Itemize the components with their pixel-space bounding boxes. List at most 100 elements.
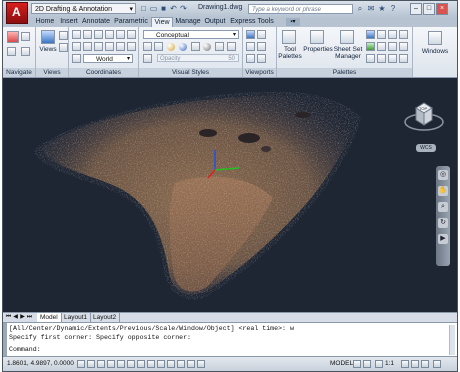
- viewport-clip-icon[interactable]: [246, 54, 255, 63]
- properties-icon[interactable]: [310, 30, 324, 44]
- lock-icon[interactable]: [421, 360, 429, 368]
- zoom-icon[interactable]: [21, 32, 30, 41]
- showmotion-icon[interactable]: ▶: [438, 234, 448, 244]
- favorites-icon[interactable]: ★: [377, 4, 387, 14]
- ucs-select[interactable]: World ▾: [83, 54, 133, 63]
- view-cube-icon[interactable]: [59, 31, 68, 40]
- tab-layout2[interactable]: Layout2: [90, 313, 121, 322]
- workspace-switching-icon[interactable]: [411, 360, 419, 368]
- sheet-icon[interactable]: [366, 54, 375, 63]
- tab-model[interactable]: Model: [37, 313, 62, 322]
- windows-icon[interactable]: [428, 31, 442, 45]
- undo-icon[interactable]: ↶: [169, 4, 178, 13]
- save-icon[interactable]: ■: [159, 4, 168, 13]
- coordinate-readout[interactable]: 1.8601, 4.9897, 0.0000: [7, 360, 74, 367]
- ucs-x-icon[interactable]: [83, 30, 92, 39]
- tab-layout1[interactable]: Layout1: [61, 313, 92, 322]
- ucs-named-icon[interactable]: [116, 42, 125, 51]
- quick-properties-icon[interactable]: [377, 54, 386, 63]
- viewcube[interactable]: TOP: [403, 98, 445, 132]
- zoom-icon[interactable]: ⌕: [438, 202, 448, 212]
- next-layout-icon[interactable]: ▶: [19, 313, 26, 322]
- ucs-world-icon[interactable]: [72, 42, 81, 51]
- tab-parametric[interactable]: Parametric: [113, 17, 149, 27]
- steering-wheel-icon[interactable]: ◎: [438, 170, 448, 180]
- application-menu-button[interactable]: [6, 2, 28, 24]
- windows-label[interactable]: Windows: [417, 48, 453, 55]
- command-line-icon[interactable]: [399, 30, 408, 39]
- command-window-handle[interactable]: [3, 323, 7, 357]
- polar-icon[interactable]: [107, 360, 115, 368]
- pan-icon[interactable]: ✋: [438, 186, 448, 196]
- edge-color-icon[interactable]: [215, 42, 224, 51]
- search-icon[interactable]: ⌕: [355, 4, 365, 14]
- ucs-icon[interactable]: [72, 30, 81, 39]
- tab-annotate[interactable]: Annotate: [81, 17, 111, 27]
- material-ball-icon[interactable]: [167, 43, 175, 51]
- visual-style-select[interactable]: Conceptual ▾: [143, 30, 239, 39]
- annotation-scale-icon[interactable]: [375, 360, 383, 368]
- ucs-y-icon[interactable]: [94, 30, 103, 39]
- properties-label[interactable]: Properties: [303, 46, 333, 53]
- close-button[interactable]: ×: [436, 3, 448, 15]
- search-input[interactable]: Type a keyword or phrase: [248, 4, 353, 14]
- dyn-icon[interactable]: [157, 360, 165, 368]
- sheet-set-manager-label[interactable]: Sheet Set Manager: [333, 46, 363, 60]
- tab-manage[interactable]: Manage: [175, 17, 201, 27]
- design-center-icon[interactable]: [366, 30, 375, 39]
- orbit-icon[interactable]: [7, 47, 16, 56]
- quickcalc-icon[interactable]: [388, 30, 397, 39]
- tool-palettes-icon[interactable]: [282, 30, 296, 44]
- command-prompt[interactable]: Command:: [9, 345, 41, 354]
- ucs-object-icon[interactable]: [72, 54, 81, 63]
- snap-icon[interactable]: [77, 360, 85, 368]
- pan-icon[interactable]: [7, 31, 19, 43]
- external-references-icon[interactable]: [399, 42, 408, 51]
- tab-view[interactable]: View: [151, 17, 173, 27]
- quick-view-layouts-icon[interactable]: [353, 360, 361, 368]
- open-icon[interactable]: ▭: [149, 4, 158, 13]
- viewport-restore-icon[interactable]: [257, 54, 266, 63]
- join-viewports-icon[interactable]: [257, 30, 266, 39]
- viewport-config-icon[interactable]: [246, 30, 255, 39]
- visual-style-manager-icon[interactable]: [227, 42, 236, 51]
- steering-wheel-icon[interactable]: [21, 47, 30, 56]
- ucs-origin-icon[interactable]: [116, 30, 125, 39]
- drawing-viewport[interactable]: TOP WCS ◎ ✋ ⌕ ↻ ▶: [3, 78, 457, 312]
- annotation-visibility-icon[interactable]: [401, 360, 409, 368]
- ucs-previous-icon[interactable]: [105, 42, 114, 51]
- model-space-toggle[interactable]: MODEL: [330, 360, 353, 367]
- ucs-settings-icon[interactable]: [127, 42, 136, 51]
- ortho-icon[interactable]: [97, 360, 105, 368]
- workspace-switcher[interactable]: 2D Drafting & Annotation ▾: [31, 3, 136, 14]
- osnap-icon[interactable]: [117, 360, 125, 368]
- previous-layout-icon[interactable]: ◀: [12, 313, 19, 322]
- clean-screen-icon[interactable]: [433, 360, 441, 368]
- communication-center-icon[interactable]: ✉: [366, 4, 376, 14]
- first-layout-icon[interactable]: ⏮: [5, 313, 12, 322]
- otrack-icon[interactable]: [137, 360, 145, 368]
- tab-express-tools[interactable]: Express Tools: [230, 17, 274, 27]
- tab-home[interactable]: Home: [33, 17, 57, 27]
- 3dosnap-icon[interactable]: [127, 360, 135, 368]
- lighting-icon[interactable]: [179, 43, 187, 51]
- render-window-icon[interactable]: [399, 54, 408, 63]
- named-views-icon[interactable]: [59, 43, 68, 52]
- opacity-icon[interactable]: [143, 54, 152, 63]
- shadow-icon[interactable]: [191, 42, 200, 51]
- last-layout-icon[interactable]: ⏭: [26, 313, 33, 322]
- new-icon[interactable]: □: [139, 4, 148, 13]
- ucs-z-icon[interactable]: [105, 30, 114, 39]
- dbconnect-icon[interactable]: [366, 42, 375, 51]
- material-browser-icon[interactable]: [388, 54, 397, 63]
- face-style-icon[interactable]: [203, 43, 211, 51]
- quick-view-drawings-icon[interactable]: [363, 360, 371, 368]
- lineweight-icon[interactable]: [167, 360, 175, 368]
- sheet-set-manager-icon[interactable]: [340, 30, 354, 44]
- named-viewports-icon[interactable]: [246, 42, 255, 51]
- ucs-view-icon[interactable]: [83, 42, 92, 51]
- tool-palettes-label[interactable]: Tool Palettes: [278, 46, 302, 60]
- selection-cycling-icon[interactable]: [197, 360, 205, 368]
- orbit-icon[interactable]: ↻: [438, 218, 448, 228]
- tab-insert[interactable]: Insert: [58, 17, 80, 27]
